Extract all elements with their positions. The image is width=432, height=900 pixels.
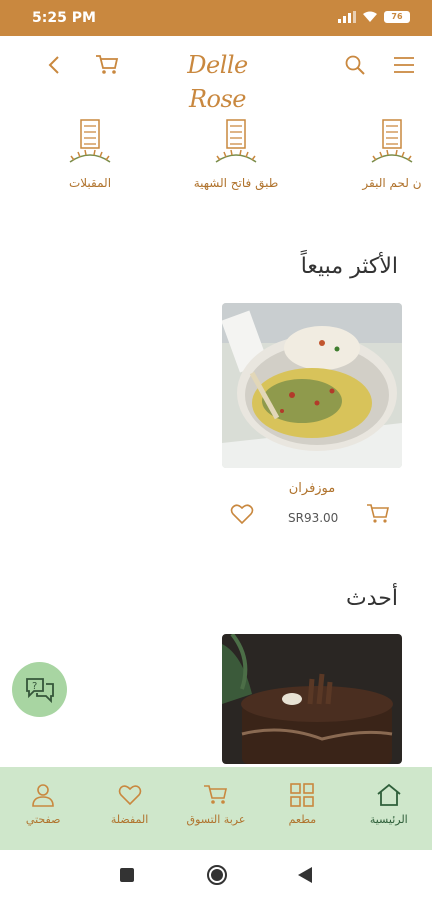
latest-title: أحدث bbox=[346, 586, 398, 611]
status-time: 5:25 PM bbox=[32, 10, 96, 26]
nav-favorites[interactable]: المفضلة bbox=[86, 767, 172, 850]
home-icon bbox=[377, 783, 401, 806]
back-nav-icon[interactable] bbox=[298, 867, 312, 883]
category-emblem-icon bbox=[69, 119, 111, 163]
category-item[interactable]: طبق فاتح الشهية bbox=[166, 118, 306, 190]
product-price: SR93.00 bbox=[288, 511, 339, 525]
cart-icon bbox=[203, 785, 227, 804]
nav-label: الرئيسية bbox=[369, 813, 408, 826]
brand-logo[interactable]: Delle Rose bbox=[160, 48, 275, 113]
bestsellers-title: الأكثر مبيعاً bbox=[300, 254, 398, 279]
nav-label: المفضلة bbox=[110, 813, 149, 826]
category-label: طبق فاتح الشهية bbox=[193, 176, 279, 190]
home-button-icon[interactable] bbox=[206, 864, 228, 886]
signal-icon bbox=[338, 11, 356, 23]
search-icon[interactable] bbox=[341, 51, 369, 79]
heart-icon[interactable] bbox=[230, 503, 258, 531]
category-item[interactable]: ن لحم البقر bbox=[322, 118, 432, 190]
nav-profile[interactable]: صفحتي bbox=[0, 767, 86, 850]
chat-bubbles-icon: ? bbox=[25, 677, 54, 703]
nav-label: صفحتي bbox=[25, 813, 61, 826]
category-strip: المقبلات طبق فاتح الشهية ن لحم البقر bbox=[0, 110, 432, 200]
product-card[interactable]: موزفران SR93.00 bbox=[222, 303, 402, 525]
status-bar: 5:25 PM 76 bbox=[0, 0, 432, 36]
product-image[interactable] bbox=[222, 634, 402, 764]
back-icon[interactable] bbox=[40, 51, 68, 79]
nav-restaurant[interactable]: مطعم bbox=[259, 767, 345, 850]
category-emblem-icon bbox=[371, 119, 413, 163]
svg-text:?: ? bbox=[32, 681, 37, 692]
category-label: المقبلات bbox=[68, 176, 112, 190]
system-nav-bar bbox=[0, 850, 432, 900]
recents-icon[interactable] bbox=[120, 868, 134, 882]
chat-support-button[interactable]: ? bbox=[12, 662, 67, 717]
wifi-icon bbox=[363, 11, 377, 22]
product-name[interactable]: موزفران bbox=[222, 481, 402, 496]
add-to-cart-icon[interactable] bbox=[366, 503, 394, 531]
nav-label: مطعم bbox=[288, 813, 317, 826]
nav-home[interactable]: الرئيسية bbox=[346, 767, 432, 850]
battery-icon: 76 bbox=[384, 11, 410, 23]
product-card[interactable] bbox=[222, 634, 402, 764]
category-item[interactable]: المقبلات bbox=[20, 118, 160, 190]
user-icon bbox=[32, 784, 54, 807]
menu-icon[interactable] bbox=[390, 51, 418, 79]
cart-icon[interactable] bbox=[93, 51, 121, 79]
status-icons: 76 bbox=[338, 11, 410, 23]
product-image[interactable] bbox=[222, 303, 402, 468]
nav-cart[interactable]: عربة التسوق bbox=[173, 767, 259, 850]
grid-icon bbox=[290, 783, 315, 807]
nav-label: عربة التسوق bbox=[186, 813, 246, 826]
heart-icon bbox=[118, 785, 141, 806]
category-label: ن لحم البقر bbox=[362, 176, 422, 190]
category-emblem-icon bbox=[215, 119, 257, 163]
app-header: Delle Rose bbox=[0, 36, 432, 113]
bottom-nav: الرئيسية مطعم عربة التسوق المفضلة صفحتي bbox=[0, 767, 432, 850]
